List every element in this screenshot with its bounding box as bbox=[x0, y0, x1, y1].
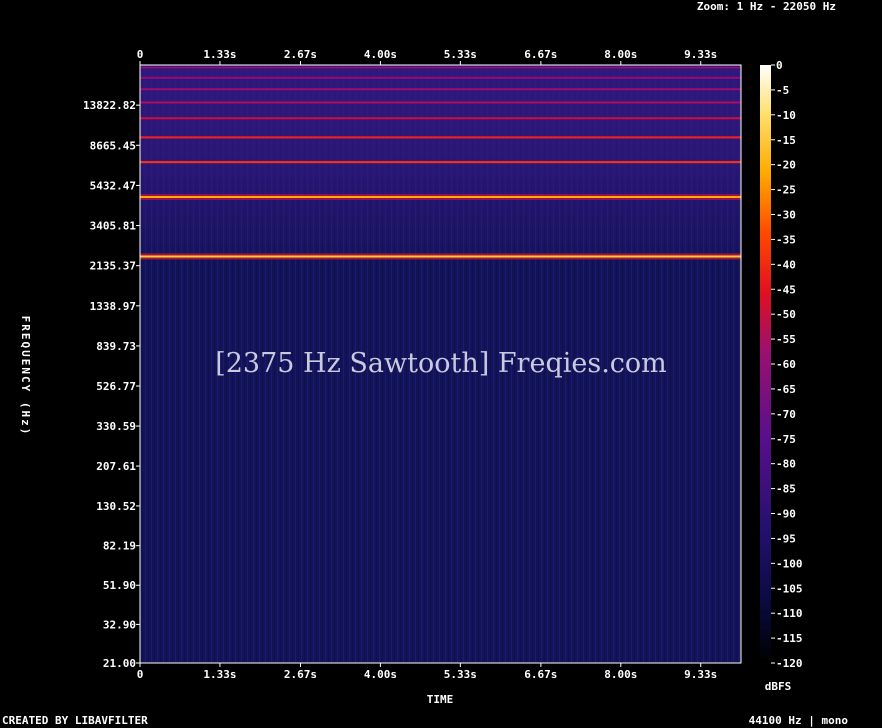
colorbar-tick-label: -30 bbox=[776, 209, 796, 222]
colorbar-tick-label: -75 bbox=[776, 433, 796, 446]
y-tick-label: 130.52 bbox=[96, 500, 136, 513]
colorbar-label: dBFS bbox=[765, 680, 792, 693]
y-axis-title: FREQUENCY (Hz) bbox=[19, 316, 32, 437]
colorbar-tick-label: 0 bbox=[776, 59, 783, 72]
colorbar-tick-label: -85 bbox=[776, 483, 796, 496]
y-tick-label: 32.90 bbox=[103, 618, 136, 631]
x-tick-label-top: 2.67s bbox=[284, 48, 317, 61]
x-tick-label-top: 5.33s bbox=[444, 48, 477, 61]
y-axis: 21.00 32.90 51.90 82.19 130.52 207.61 330.59 52… bbox=[83, 99, 140, 670]
x-tick-label-bottom: 9.33s bbox=[684, 668, 717, 681]
colorbar-tick-label: -5 bbox=[776, 84, 789, 97]
colorbar-tick-label: -65 bbox=[776, 383, 796, 396]
created-by-label: CREATED BY LIBAVFILTER bbox=[2, 714, 148, 727]
x-tick-label-bottom: 0 bbox=[137, 668, 144, 681]
spectrogram-chart: Zoom: 1 Hz - 22050 Hz 0 1.33s 2.67s 4.00s 5.… bbox=[2, 0, 849, 727]
y-tick-label: 21.00 bbox=[103, 657, 136, 670]
x-tick-label-bottom: 8.00s bbox=[604, 668, 637, 681]
x-tick-label-top: 4.00s bbox=[364, 48, 397, 61]
colorbar-tick-label: -80 bbox=[776, 458, 796, 471]
y-tick-label: 5432.47 bbox=[90, 179, 136, 192]
colorbar-tick-label: -40 bbox=[776, 258, 796, 271]
x-axis-top: 0 1.33s 2.67s 4.00s 5.33s 6.67s 8.00s 9.33s bbox=[137, 48, 717, 65]
x-tick-label-bottom: 6.67s bbox=[524, 668, 557, 681]
y-tick-label: 3405.81 bbox=[90, 220, 137, 233]
colorbar-tick-label: -50 bbox=[776, 308, 796, 321]
y-tick-label: 839.73 bbox=[96, 340, 136, 353]
colorbar-tick-label: -115 bbox=[776, 632, 803, 645]
format-label: 44100 Hz | mono bbox=[749, 714, 849, 727]
y-tick-label: 2135.37 bbox=[90, 260, 136, 273]
y-tick-label: 13822.82 bbox=[83, 99, 136, 112]
colorbar: 0 -5 -10 -15 -20 -25 -30 -35 -40 -45 -50 -55 -60 -65 -… bbox=[760, 59, 803, 693]
colorbar-tick-label: -105 bbox=[776, 582, 803, 595]
colorbar-tick-label: -15 bbox=[776, 134, 796, 147]
colorbar-tick-label: -55 bbox=[776, 333, 796, 346]
x-tick-label-bottom: 5.33s bbox=[444, 668, 477, 681]
x-tick-label-top: 8.00s bbox=[604, 48, 637, 61]
x-tick-label-top: 6.67s bbox=[524, 48, 557, 61]
x-axis-bottom: 0 1.33s 2.67s 4.00s 5.33s 6.67s 8.00s 9.33s bbox=[137, 663, 717, 681]
colorbar-tick-label: -20 bbox=[776, 159, 796, 172]
colorbar-ticks: 0 -5 -10 -15 -20 -25 -30 -35 -40 -45 -50 -55 -60 -65 -… bbox=[771, 59, 803, 670]
y-tick-label: 8665.45 bbox=[90, 139, 136, 152]
x-tick-label-top: 1.33s bbox=[203, 48, 236, 61]
colorbar-tick-label: -60 bbox=[776, 358, 796, 371]
x-tick-label-bottom: 4.00s bbox=[364, 668, 397, 681]
y-tick-label: 330.59 bbox=[96, 420, 136, 433]
colorbar-tick-label: -10 bbox=[776, 109, 796, 122]
y-tick-label: 1338.97 bbox=[90, 300, 136, 313]
y-tick-label: 82.19 bbox=[103, 540, 136, 553]
colorbar-tick-label: -100 bbox=[776, 557, 803, 570]
colorbar-tick-label: -90 bbox=[776, 508, 796, 521]
colorbar-tick-label: -45 bbox=[776, 283, 796, 296]
colorbar-tick-label: -120 bbox=[776, 657, 803, 670]
colorbar-tick-label: -95 bbox=[776, 532, 796, 545]
colorbar-gradient bbox=[760, 65, 771, 663]
watermark: [2375 Hz Sawtooth] Freqies.com bbox=[215, 348, 667, 379]
colorbar-tick-label: -25 bbox=[776, 184, 796, 197]
x-axis-title: TIME bbox=[427, 693, 454, 706]
x-tick-label-bottom: 2.67s bbox=[284, 668, 317, 681]
y-tick-label: 207.61 bbox=[96, 460, 136, 473]
y-tick-label: 51.90 bbox=[103, 579, 136, 592]
zoom-label: Zoom: 1 Hz - 22050 Hz bbox=[697, 0, 836, 13]
colorbar-tick-label: -70 bbox=[776, 408, 796, 421]
colorbar-tick-label: -110 bbox=[776, 607, 803, 620]
colorbar-tick-label: -35 bbox=[776, 233, 796, 246]
x-tick-label-top: 0 bbox=[137, 48, 144, 61]
x-tick-label-bottom: 1.33s bbox=[203, 668, 236, 681]
x-tick-label-top: 9.33s bbox=[684, 48, 717, 61]
y-tick-label: 526.77 bbox=[96, 380, 136, 393]
